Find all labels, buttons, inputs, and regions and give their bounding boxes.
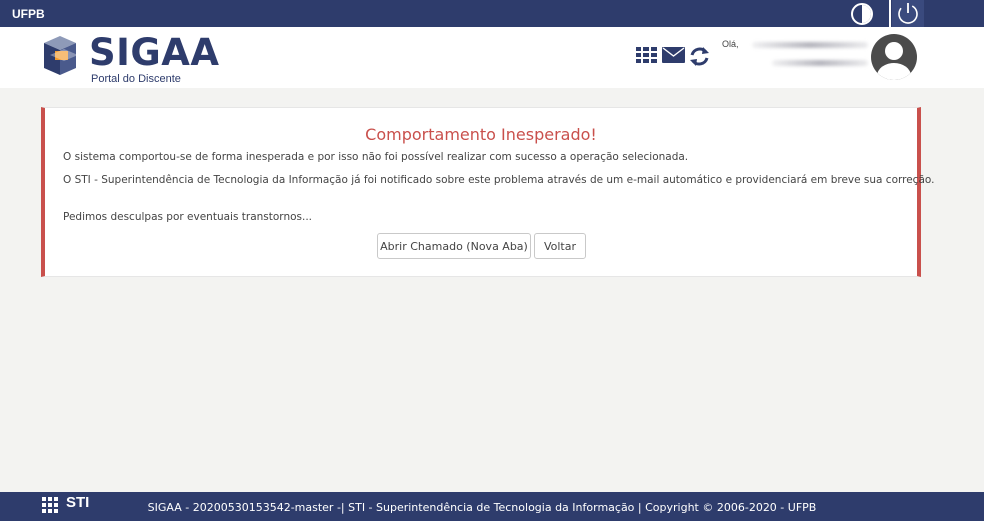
footer-copyright-text: SIGAA - 20200530153542-master -| STI - S… [147,501,817,514]
error-message-2: O STI - Superintendência de Tecnologia d… [63,174,935,186]
mail-icon[interactable] [662,46,685,68]
top-bar: UFPB [0,0,984,27]
portal-subtitle: Portal do Discente [91,73,181,85]
contrast-icon[interactable] [851,3,873,25]
top-bar-divider [889,0,891,27]
blurred-user-name [752,42,868,48]
error-message-3: Pedimos desculpas por eventuais transtor… [63,211,313,223]
error-message-1: O sistema comportou-se de forma inespera… [63,151,689,163]
sigaa-logo-icon [40,33,82,83]
logo-text: SIGAA [89,31,220,74]
grid-menu-icon[interactable] [636,46,658,68]
back-button[interactable]: Voltar [534,233,586,259]
header: SIGAA Portal do Discente Olá, [0,27,984,88]
refresh-icon[interactable] [689,46,710,71]
blurred-user-detail [772,60,868,66]
greeting-label: Olá, [722,39,739,49]
open-ticket-button[interactable]: Abrir Chamado (Nova Aba) [377,233,531,259]
error-panel: Comportamento Inesperado! O sistema comp… [41,107,934,277]
power-icon[interactable] [892,0,924,27]
org-label: UFPB [12,7,45,21]
footer-copyright: SIGAA - 20200530153542-master -| STI - S… [0,501,964,514]
error-title: Comportamento Inesperado! [365,125,597,144]
footer: STI SIGAA - 20200530153542-master -| STI… [0,492,984,521]
user-avatar-icon[interactable] [871,34,917,80]
